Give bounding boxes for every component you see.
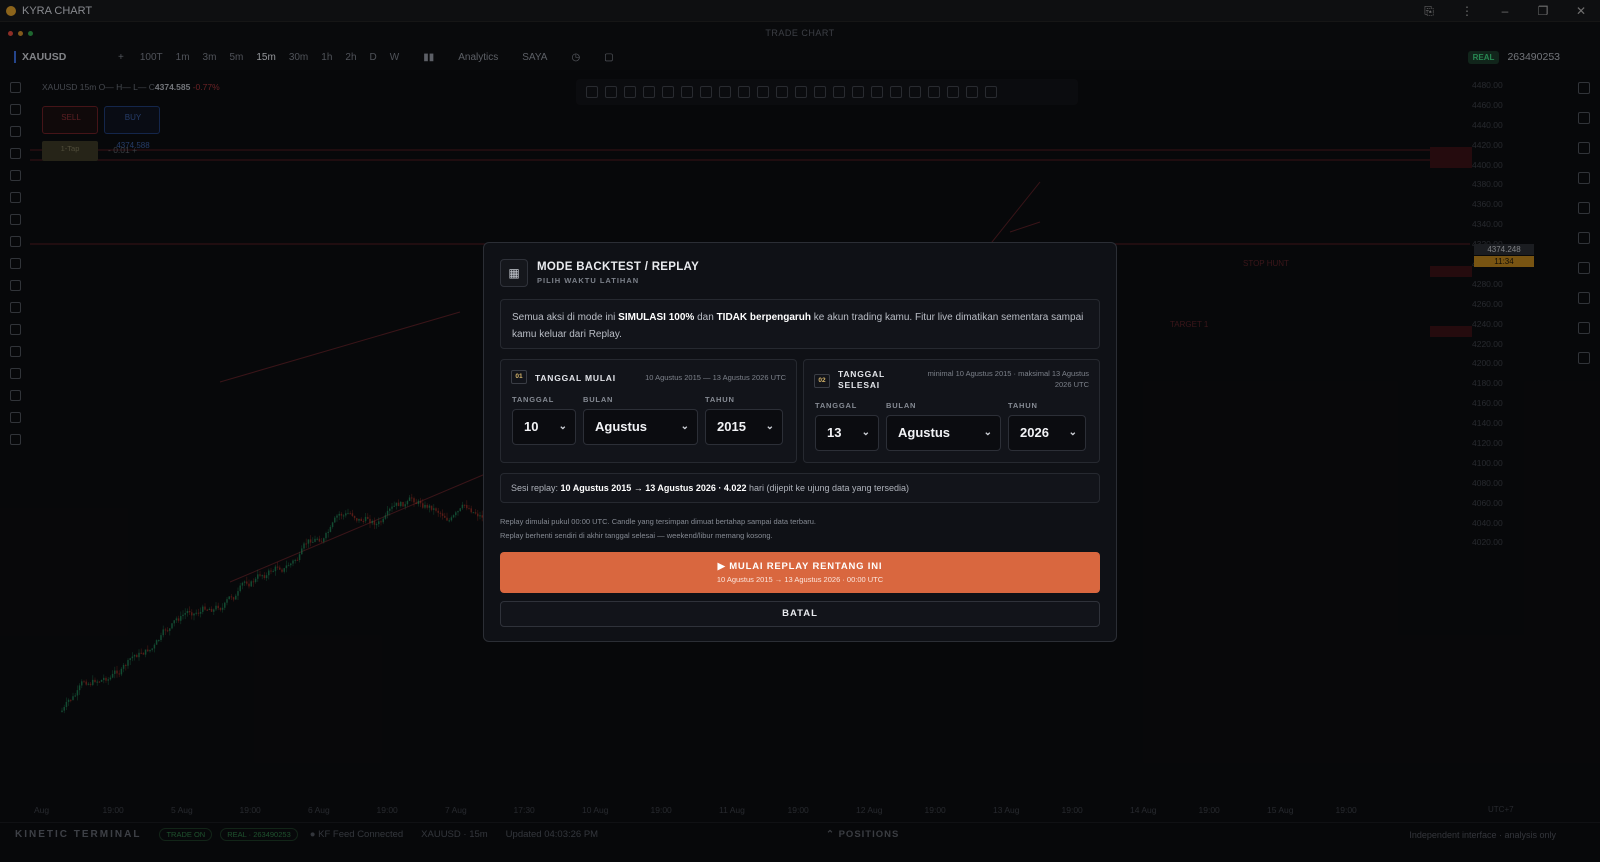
notice-bold-2: TIDAK berpengaruh [716, 312, 812, 323]
end-month-value: Agustus [898, 425, 950, 440]
session-summary: Sesi replay: 10 Agustus 2015 → 13 Agustu… [500, 473, 1100, 503]
replay-notes: Replay dimulai pukul 00:00 UTC. Candle y… [500, 515, 816, 543]
start-replay-button[interactable]: ▶ MULAI REPLAY RENTANG INI 10 Agustus 20… [500, 552, 1100, 593]
modal-header: ▦ MODE BACKTEST / REPLAY PILIH WAKTU LAT… [500, 259, 699, 287]
session-suffix: hari (dijepit ke ujung data yang tersedi… [746, 483, 910, 493]
start-month-select[interactable]: Agustus ⌄ [583, 409, 698, 445]
step-number-1: 01 [511, 370, 527, 384]
replay-note-2: Replay berhenti sendiri di akhir tanggal… [500, 531, 773, 540]
replay-modal: ▦ MODE BACKTEST / REPLAY PILIH WAKTU LAT… [483, 242, 1117, 642]
notice-bold-1: SIMULASI 100% [618, 312, 695, 323]
start-year-value: 2015 [717, 419, 746, 434]
end-year-label: TAHUN [1008, 401, 1038, 410]
start-month-value: Agustus [595, 419, 647, 434]
start-date-title: TANGGAL MULAI [535, 373, 616, 383]
notice-text-1: Semua aksi di mode ini [512, 312, 619, 323]
start-day-select[interactable]: 10 ⌄ [512, 409, 576, 445]
end-month-select[interactable]: Agustus ⌄ [886, 415, 1001, 451]
start-year-label: TAHUN [705, 395, 735, 404]
start-month-label: BULAN [583, 395, 614, 404]
app-window: KYRA CHART ⎘ ⋮ – ❐ ✕ TRADE CHART XAUUSD … [0, 0, 1600, 862]
end-date-title-1: TANGGAL [838, 369, 885, 379]
start-day-value: 10 [524, 419, 539, 434]
start-replay-label: ▶ MULAI REPLAY RENTANG INI [717, 561, 883, 572]
calendar-icon: ▦ [500, 259, 528, 287]
end-date-title-2: SELESAI [838, 380, 880, 390]
chevron-down-icon: ⌄ [983, 427, 992, 438]
session-range: 10 Agustus 2015 → 13 Agustus 2026 · 4.02… [560, 483, 747, 493]
session-prefix: Sesi replay: [511, 483, 561, 493]
end-month-label: BULAN [886, 401, 917, 410]
end-day-label: TANGGAL [815, 401, 858, 410]
chevron-down-icon: ⌄ [558, 421, 567, 432]
end-date-range-2: 2026 UTC [1054, 380, 1089, 389]
end-date-range-1: minimal 10 Agustus 2015 · maksimal 13 Ag… [927, 369, 1089, 378]
start-date-box: 01 TANGGAL MULAI 10 Agustus 2015 — 13 Ag… [500, 359, 797, 463]
step-number-2: 02 [814, 374, 830, 388]
end-day-select[interactable]: 13 ⌄ [815, 415, 879, 451]
start-day-label: TANGGAL [512, 395, 555, 404]
modal-title: MODE BACKTEST / REPLAY [537, 261, 700, 273]
chevron-down-icon: ⌄ [765, 421, 774, 432]
replay-note-1: Replay dimulai pukul 00:00 UTC. Candle y… [500, 517, 817, 526]
start-date-range: 10 Agustus 2015 — 13 Agustus 2026 UTC [645, 373, 786, 382]
chevron-down-icon: ⌄ [680, 421, 689, 432]
chevron-down-icon: ⌄ [1068, 427, 1077, 438]
end-date-box: 02 TANGGAL SELESAI minimal 10 Agustus 20… [803, 359, 1100, 463]
cancel-button[interactable]: BATAL [500, 601, 1100, 627]
start-year-select[interactable]: 2015 ⌄ [705, 409, 783, 445]
modal-subtitle: PILIH WAKTU LATIHAN [537, 276, 640, 285]
chevron-down-icon: ⌄ [861, 427, 870, 438]
notice-text-2: dan [694, 312, 717, 323]
end-year-select[interactable]: 2026 ⌄ [1008, 415, 1086, 451]
simulation-notice: Semua aksi di mode ini SIMULASI 100% dan… [500, 299, 1100, 349]
start-replay-range: 10 Agustus 2015 → 13 Agustus 2026 · 00:0… [716, 575, 884, 584]
end-day-value: 13 [827, 425, 842, 440]
end-year-value: 2026 [1020, 425, 1049, 440]
